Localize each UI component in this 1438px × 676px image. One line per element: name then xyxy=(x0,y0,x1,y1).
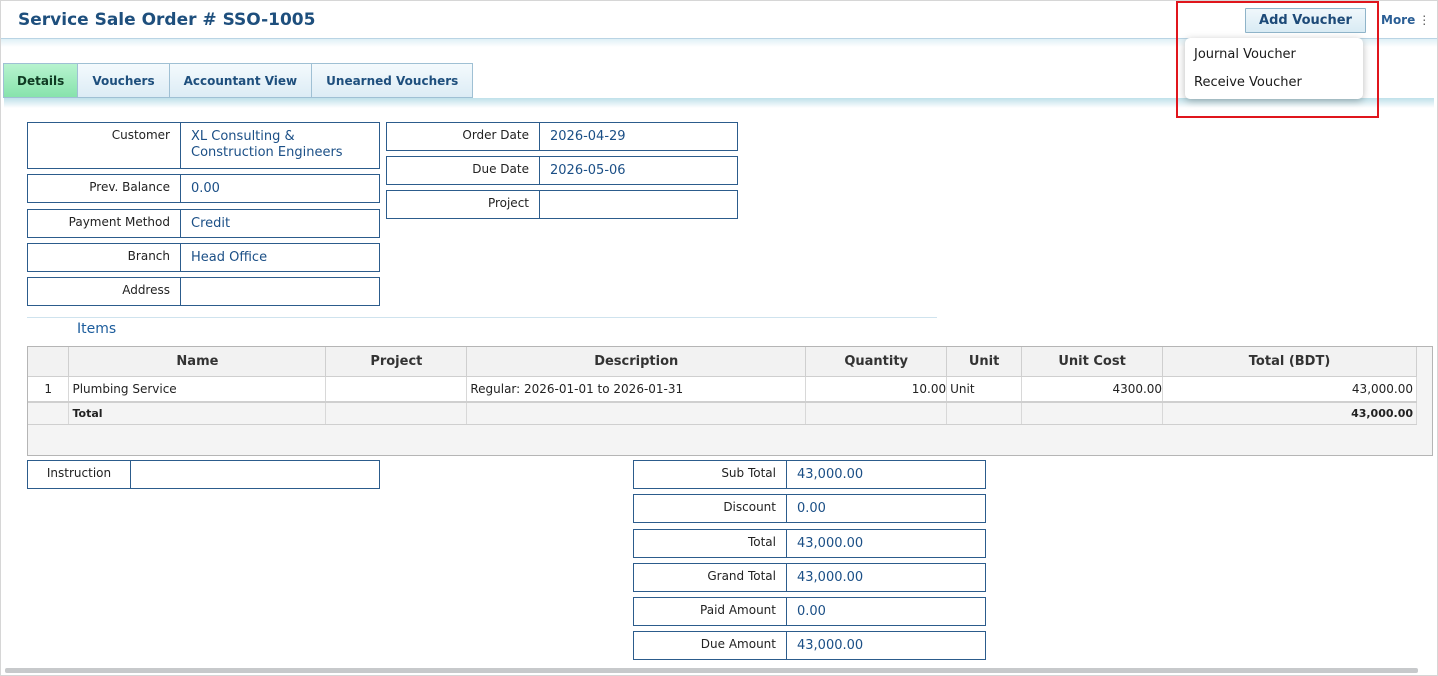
tab-bar: Details Vouchers Accountant View Unearne… xyxy=(3,63,474,98)
item-total: 43,000.00 xyxy=(1162,376,1417,402)
service-sale-order-page: Service Sale Order # SSO-1005 Add Vouche… xyxy=(0,0,1438,676)
item-name: Plumbing Service xyxy=(68,376,327,402)
discount-field: Discount 0.00 xyxy=(633,494,986,523)
customer-field: Customer XL Consulting & Construction En… xyxy=(27,122,380,169)
sub-total-value: 43,000.00 xyxy=(797,467,864,482)
address-value xyxy=(181,278,191,305)
summary-total-label: Total xyxy=(634,530,787,557)
prev-balance-value: 0.00 xyxy=(191,181,220,196)
customer-label: Customer xyxy=(28,123,181,168)
item-quantity: 10.00 xyxy=(805,376,948,402)
grand-total-value: 43,000.00 xyxy=(797,570,864,585)
tab-details[interactable]: Details xyxy=(3,63,79,98)
items-heading: Items xyxy=(77,321,117,337)
tab-accountant-view[interactable]: Accountant View xyxy=(168,63,313,98)
instruction-value xyxy=(131,461,141,488)
tab-divider xyxy=(4,98,1434,108)
customer-value: XL Consulting & Construction Engineers xyxy=(191,129,343,160)
items-table: Name Project Description Quantity Unit U… xyxy=(27,346,1433,456)
due-amount-field: Due Amount 43,000.00 xyxy=(633,631,986,660)
sub-total-label: Sub Total xyxy=(634,461,787,488)
address-field: Address xyxy=(27,277,380,306)
menu-item-receive-voucher[interactable]: Receive Voucher xyxy=(1194,75,1302,90)
more-label: More xyxy=(1381,13,1416,27)
tab-vouchers[interactable]: Vouchers xyxy=(77,63,170,98)
due-amount-label: Due Amount xyxy=(634,632,787,659)
item-description: Regular: 2026-01-01 to 2026-01-31 xyxy=(466,376,807,402)
branch-field: Branch Head Office xyxy=(27,243,380,272)
col-name[interactable]: Name xyxy=(68,347,327,377)
col-quantity[interactable]: Quantity xyxy=(805,347,948,377)
paid-amount-field: Paid Amount 0.00 xyxy=(633,597,986,626)
table-row[interactable]: 1 Plumbing Service Regular: 2026-01-01 t… xyxy=(28,376,1417,402)
col-description[interactable]: Description xyxy=(466,347,807,377)
col-unit-cost[interactable]: Unit Cost xyxy=(1021,347,1164,377)
page-header: Service Sale Order # SSO-1005 Add Vouche… xyxy=(1,1,1437,39)
grand-total-field: Grand Total 43,000.00 xyxy=(633,563,986,592)
prev-balance-field: Prev. Balance 0.00 xyxy=(27,174,380,203)
total-label: Total xyxy=(68,401,327,425)
discount-value: 0.00 xyxy=(797,501,826,516)
branch-label: Branch xyxy=(28,244,181,271)
due-amount-value: 43,000.00 xyxy=(797,638,864,653)
page-title: Service Sale Order # SSO-1005 xyxy=(18,10,316,30)
project-value xyxy=(540,191,550,218)
order-date-value: 2026-04-29 xyxy=(550,129,626,144)
payment-method-label: Payment Method xyxy=(28,210,181,237)
instruction-field: Instruction xyxy=(27,460,380,489)
col-row-number xyxy=(28,347,70,377)
order-date-label: Order Date xyxy=(387,123,540,150)
payment-method-field: Payment Method Credit xyxy=(27,209,380,238)
discount-label: Discount xyxy=(634,495,787,522)
summary-total-value: 43,000.00 xyxy=(797,536,864,551)
due-date-value: 2026-05-06 xyxy=(550,163,626,178)
row-number: 1 xyxy=(28,376,70,402)
item-unit: Unit xyxy=(946,376,1023,402)
order-date-field: Order Date 2026-04-29 xyxy=(386,122,738,151)
table-header-row: Name Project Description Quantity Unit U… xyxy=(28,347,1417,377)
due-date-field: Due Date 2026-05-06 xyxy=(386,156,738,185)
grand-total-label: Grand Total xyxy=(634,564,787,591)
vertical-dots-icon: ⋮ xyxy=(1418,13,1431,27)
total-field: Total 43,000.00 xyxy=(633,529,986,558)
payment-method-value: Credit xyxy=(191,216,231,231)
paid-amount-value: 0.00 xyxy=(797,604,826,619)
col-total[interactable]: Total (BDT) xyxy=(1162,347,1417,377)
add-voucher-button[interactable]: Add Voucher xyxy=(1245,8,1366,33)
tab-unearned-vouchers[interactable]: Unearned Vouchers xyxy=(311,63,474,98)
table-total-row: Total 43,000.00 xyxy=(28,401,1417,425)
item-project xyxy=(325,376,468,402)
items-divider xyxy=(27,317,937,318)
col-unit[interactable]: Unit xyxy=(946,347,1023,377)
project-field: Project xyxy=(386,190,738,219)
address-label: Address xyxy=(28,278,181,305)
menu-item-journal-voucher[interactable]: Journal Voucher xyxy=(1194,47,1296,62)
more-menu-button[interactable]: More ⋮ xyxy=(1381,13,1430,27)
due-date-label: Due Date xyxy=(387,157,540,184)
total-value: 43,000.00 xyxy=(1162,401,1417,425)
instruction-label: Instruction xyxy=(28,461,131,488)
add-voucher-dropdown: Journal Voucher Receive Voucher xyxy=(1185,38,1363,99)
branch-value: Head Office xyxy=(191,250,268,265)
project-label: Project xyxy=(387,191,540,218)
prev-balance-label: Prev. Balance xyxy=(28,175,181,202)
horizontal-scrollbar[interactable] xyxy=(5,668,1418,673)
col-project[interactable]: Project xyxy=(325,347,468,377)
paid-amount-label: Paid Amount xyxy=(634,598,787,625)
sub-total-field: Sub Total 43,000.00 xyxy=(633,460,986,489)
item-unit-cost: 4300.00 xyxy=(1021,376,1164,402)
